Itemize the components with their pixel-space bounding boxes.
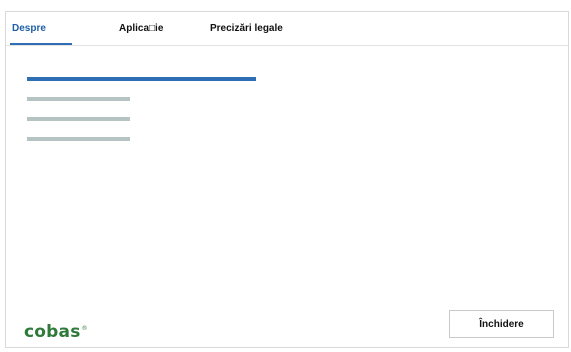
close-button[interactable]: Închidere <box>449 310 554 338</box>
title-placeholder-bar <box>27 77 256 81</box>
registered-mark: ® <box>81 325 88 333</box>
active-tab-indicator <box>10 43 72 45</box>
about-dialog: Despre Aplica□ie Precizări legale cobas®… <box>5 11 569 348</box>
tab-precizari-legale[interactable]: Precizări legale <box>210 23 283 34</box>
logo-text: cobas <box>24 322 81 342</box>
cobas-logo: cobas® <box>24 322 88 342</box>
tab-content <box>6 46 568 286</box>
text-placeholder-line <box>27 137 130 141</box>
tab-aplicatie[interactable]: Aplica□ie <box>119 23 163 34</box>
text-placeholder-line <box>27 117 130 121</box>
tab-despre[interactable]: Despre <box>12 23 46 34</box>
tab-bar: Despre Aplica□ie Precizări legale <box>6 12 568 46</box>
text-placeholder-line <box>27 97 130 101</box>
